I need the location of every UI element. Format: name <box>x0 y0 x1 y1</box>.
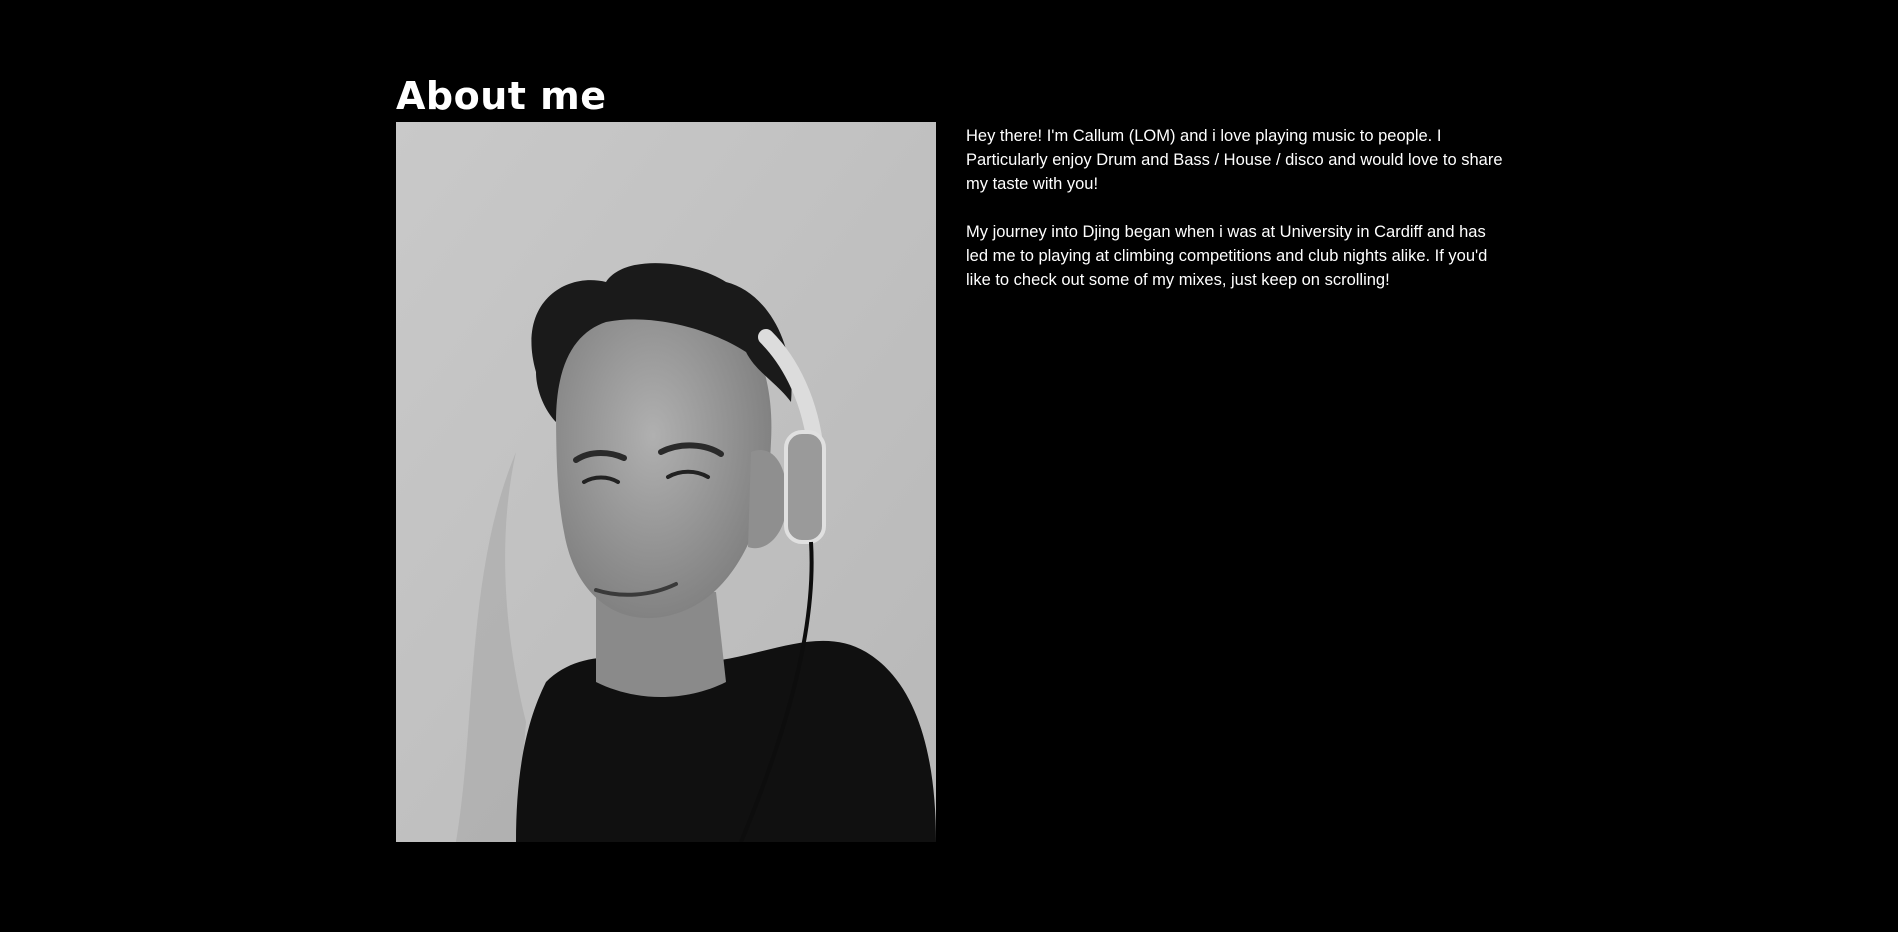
about-title: About me <box>396 74 607 118</box>
about-paragraph-journey: My journey into Djing began when i was a… <box>966 223 1488 289</box>
photo-headphone-cup <box>784 430 826 544</box>
about-paragraph-intro: Hey there! I'm Callum (LOM) and i love p… <box>966 127 1503 193</box>
about-text: Hey there! I'm Callum (LOM) and i love p… <box>966 122 1506 316</box>
photo-hoodie <box>516 640 936 842</box>
about-content: Hey there! I'm Callum (LOM) and i love p… <box>396 122 1506 842</box>
about-section: About me Hey there! I'm Callum (LOM) and… <box>396 60 1506 842</box>
profile-photo <box>396 122 936 842</box>
